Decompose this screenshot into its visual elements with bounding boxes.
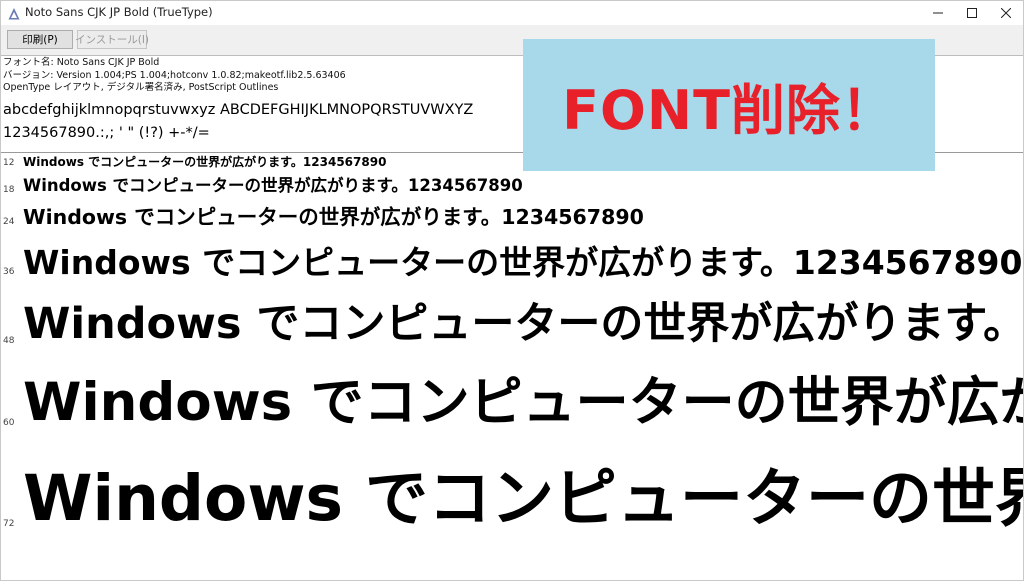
preview-row-12: Windows でコンピューターの世界が広がります。1234567890: [23, 155, 387, 169]
size-label: 60: [3, 418, 15, 428]
digits-sample: 1234567890.:,; ' " (!?) +-*/=: [3, 125, 210, 141]
size-label: 48: [3, 336, 15, 346]
size-label: 12: [3, 158, 15, 168]
font-delete-banner-text: FONT削除！: [562, 78, 896, 142]
size-label: 72: [3, 519, 15, 529]
preview-row-36: Windows でコンピューターの世界が広がります。1234567890: [23, 243, 1023, 282]
size-label: 18: [3, 185, 15, 195]
title-bar[interactable]: Noto Sans CJK JP Bold (TrueType): [1, 1, 1023, 25]
preview-row-48: Windows でコンピューターの世界が広がります。1234567890: [23, 299, 1024, 349]
window-title: Noto Sans CJK JP Bold (TrueType): [25, 5, 213, 19]
font-info: フォント名: Noto Sans CJK JP Bold バージョン: Vers…: [3, 57, 346, 95]
install-button[interactable]: インストール(I): [75, 30, 149, 49]
font-delete-banner: FONT削除！: [523, 39, 935, 171]
preview-row-72: Windows でコンピューターの世界が広がります。1234567890: [23, 462, 1023, 535]
size-label: 24: [3, 217, 15, 227]
preview-row-18: Windows でコンピューターの世界が広がります。1234567890: [23, 176, 523, 195]
font-name-line: フォント名: Noto Sans CJK JP Bold: [3, 57, 160, 68]
close-icon: [1001, 8, 1011, 18]
minimize-button[interactable]: [921, 1, 955, 25]
close-button[interactable]: [989, 1, 1023, 25]
print-button[interactable]: 印刷(P): [7, 30, 73, 49]
alphabet-sample: abcdefghijklmnopqrstuvwxyz ABCDEFGHIJKLM…: [3, 102, 474, 118]
size-label: 36: [3, 267, 15, 277]
font-viewer-app-icon: [7, 6, 21, 20]
font-version-line: バージョン: Version 1.004;PS 1.004;hotconv 1.…: [3, 69, 346, 81]
preview-row-60: Windows でコンピューターの世界が広がります。1234567890: [23, 372, 1024, 433]
maximize-button[interactable]: [955, 1, 989, 25]
font-viewer-window: Noto Sans CJK JP Bold (TrueType) 印刷(P) イ…: [0, 0, 1024, 581]
maximize-icon: [967, 8, 977, 18]
preview-row-24: Windows でコンピューターの世界が広がります。1234567890: [23, 205, 644, 229]
font-type-line: OpenType レイアウト, デジタル署名済み, PostScript Out…: [3, 82, 279, 93]
minimize-icon: [933, 12, 943, 14]
